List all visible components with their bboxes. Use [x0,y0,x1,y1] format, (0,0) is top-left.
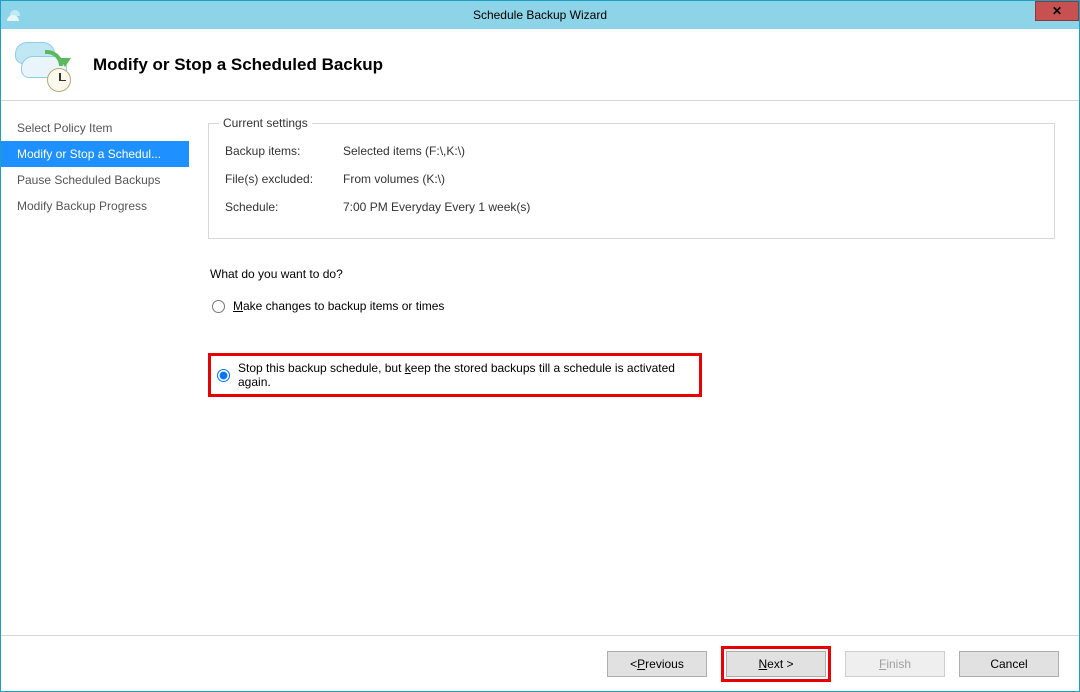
radio-input-stop-schedule[interactable] [217,369,230,382]
titlebar: Schedule Backup Wizard ✕ [1,1,1079,29]
wizard-header: Modify or Stop a Scheduled Backup [1,29,1079,101]
highlighted-option-box: Stop this backup schedule, but keep the … [208,353,702,397]
next-button[interactable]: Next > [726,651,826,677]
sidebar-item-pause-backups[interactable]: Pause Scheduled Backups [1,167,189,193]
backup-cloud-clock-icon [15,40,75,90]
wizard-footer: < Previous Next > Finish Cancel [1,635,1079,691]
question-text: What do you want to do? [210,267,1055,281]
sidebar-item-modify-progress[interactable]: Modify Backup Progress [1,193,189,219]
wizard-steps-sidebar: Select Policy Item Modify or Stop a Sche… [1,101,189,635]
setting-row-schedule: Schedule: 7:00 PM Everyday Every 1 week(… [225,200,1038,214]
radio-input-make-changes[interactable] [212,300,225,313]
previous-button[interactable]: < Previous [607,651,707,677]
current-settings-group: Current settings Backup items: Selected … [208,123,1055,239]
setting-value: Selected items (F:\,K:\) [343,144,465,158]
wizard-body: Select Policy Item Modify or Stop a Sche… [1,101,1079,635]
setting-label: Schedule: [225,200,343,214]
page-title: Modify or Stop a Scheduled Backup [93,55,383,75]
sidebar-item-modify-stop[interactable]: Modify or Stop a Schedul... [1,141,189,167]
radio-stop-schedule[interactable]: Stop this backup schedule, but keep the … [215,358,695,392]
wizard-window: Schedule Backup Wizard ✕ Modify or Stop … [0,0,1080,692]
radio-label: Stop this backup schedule, but keep the … [238,361,695,389]
window-title: Schedule Backup Wizard [1,8,1079,22]
setting-row-backup-items: Backup items: Selected items (F:\,K:\) [225,144,1038,158]
radio-label: Make changes to backup items or times [233,299,444,313]
app-icon [7,7,23,23]
current-settings-legend: Current settings [219,116,312,130]
radio-make-changes[interactable]: Make changes to backup items or times [208,295,1055,317]
finish-button: Finish [845,651,945,677]
setting-label: Backup items: [225,144,343,158]
setting-row-files-excluded: File(s) excluded: From volumes (K:\) [225,172,1038,186]
close-icon: ✕ [1052,4,1062,18]
cancel-button[interactable]: Cancel [959,651,1059,677]
setting-label: File(s) excluded: [225,172,343,186]
setting-value: 7:00 PM Everyday Every 1 week(s) [343,200,530,214]
sidebar-item-select-policy[interactable]: Select Policy Item [1,115,189,141]
next-button-highlight: Next > [721,646,831,682]
setting-value: From volumes (K:\) [343,172,445,186]
close-button[interactable]: ✕ [1035,1,1079,21]
wizard-content: Current settings Backup items: Selected … [189,101,1079,635]
